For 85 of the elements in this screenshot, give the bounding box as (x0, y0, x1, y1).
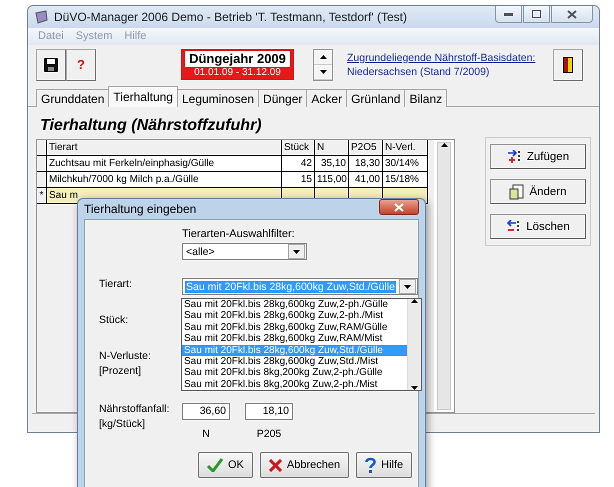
list-option[interactable]: Sau mit 20Fkl.bis 8kg,200kg Zuw,2-ph./Mist (182, 378, 407, 390)
scroll-up-icon (440, 143, 448, 148)
tab[interactable]: Grünland (346, 89, 406, 108)
loss-label: N-Verluste: (99, 350, 152, 362)
table-cell: 30/14% (383, 156, 428, 172)
list-option[interactable]: Sau mit 20Fkl.bis 28kg,600kg Zuw,2-ph./Gülle (182, 299, 407, 310)
minimize-button[interactable] (495, 6, 522, 23)
row-header (37, 140, 47, 156)
window-title: DüVO-Manager 2006 Demo - Betrieb 'T. Testmann, Testdorf' (Test) (54, 10, 408, 24)
table-cell: Zuchtsau mit Ferkeln/einphasig/Gülle (47, 156, 282, 172)
tab[interactable]: Grunddaten (36, 89, 110, 108)
nutrient-unit: [kg/Stück] (99, 418, 146, 430)
nutrient-name: P205 (256, 428, 282, 440)
check-icon (207, 458, 223, 472)
tab[interactable]: Tierhaltung (108, 86, 178, 108)
row-marker: * (37, 188, 47, 204)
document-icon (509, 184, 526, 200)
vertical-scrollbar[interactable] (437, 142, 451, 410)
nutrient-field[interactable]: 18,10 (245, 403, 293, 420)
dialog-title: Tierhaltung eingeben (84, 202, 196, 216)
tab[interactable]: Dünger (258, 89, 308, 108)
basis-data-link[interactable]: Zugrundeliegende Nährstoff-Basisdaten: (347, 52, 553, 64)
caret-icon (293, 250, 300, 254)
count-label: Stück: (99, 314, 130, 326)
list-option[interactable]: Sau mit 20Fkl.bis 8kg,200kg Zuw,2-ph./Gülle (182, 367, 407, 379)
loss-unit: [Prozent] (99, 365, 142, 377)
table-cell: 15 (282, 172, 315, 188)
column-header: N-Verl. (383, 140, 428, 156)
caret-icon (404, 284, 411, 288)
list-option[interactable]: Sau mit 20Fkl.bis 28kg,600kg Zuw,RAM/Gülle (182, 322, 407, 334)
table-cell: 42 (282, 156, 315, 172)
tierart-label: Tierart: (99, 278, 133, 290)
door-icon (563, 56, 573, 72)
add-arrows-icon (506, 150, 523, 164)
column-header: P2O5 (349, 140, 383, 156)
list-option[interactable]: Sau mit 20Fkl.bis 28kg,600kg Zuw,RAM/Mist (182, 333, 407, 345)
exit-button[interactable] (553, 48, 583, 80)
table-cell: 18,30 (349, 156, 383, 172)
nutrient-name: N (201, 428, 211, 440)
scroll-down-icon (411, 386, 418, 390)
basis-data-region: Niedersachsen (Stand 7/2009) (347, 66, 490, 78)
up-arrow-icon (320, 54, 326, 58)
filter-label: Tierarten-Auswahlfilter: (182, 228, 296, 240)
year-range: 01.01.09 - 31.12.09 (194, 67, 281, 79)
table-cell: 35,10 (315, 156, 349, 172)
close-icon (567, 10, 577, 18)
down-arrow-icon (320, 70, 326, 74)
nutrient-label: Nährstoffanfall: (99, 403, 170, 415)
close-button[interactable] (379, 199, 419, 215)
tab[interactable]: Leguminosen (176, 89, 260, 108)
table-cell: 41,00 (349, 172, 383, 188)
maximize-icon (532, 10, 541, 18)
list-option[interactable]: Sau mit 20Fkl.bis 28kg,600kg Zuw,2-ph./Mist (182, 310, 407, 322)
app-icon (34, 10, 48, 24)
row-marker (37, 172, 47, 188)
nutrient-field[interactable]: 36,60 (182, 403, 230, 420)
cross-icon (268, 458, 282, 472)
cancel-button[interactable]: Abbrechen (260, 452, 350, 478)
help-button[interactable]: ? (66, 48, 96, 80)
ok-button[interactable]: OK (198, 452, 253, 478)
scroll-up-icon (411, 299, 418, 303)
minimize-icon (504, 12, 513, 16)
tab[interactable]: Acker (306, 89, 348, 108)
filter-dropdown[interactable]: <alle> (182, 243, 307, 260)
close-icon (394, 202, 404, 212)
table-cell: Milchkuh/7000 kg Milch p.a./Gülle (47, 172, 282, 188)
save-button[interactable] (36, 48, 66, 80)
maximize-button[interactable] (523, 6, 550, 23)
row-marker (37, 156, 47, 172)
add-button[interactable]: Zufügen (490, 144, 586, 170)
table-cell: 115,00 (315, 172, 349, 188)
close-button[interactable] (551, 6, 593, 23)
tab[interactable]: Bilanz (404, 89, 448, 108)
column-header: Tierart (47, 140, 282, 156)
table-cell: 15/18% (383, 172, 428, 188)
column-header: N (315, 140, 349, 156)
year-title: Düngejahr 2009 (185, 51, 290, 67)
help-icon (365, 457, 376, 473)
help-button[interactable]: Hilfe (356, 452, 412, 478)
edit-button[interactable]: Ändern (490, 179, 586, 204)
section-heading: Tierhaltung (Nährstoffzufuhr) (40, 117, 263, 136)
list-option[interactable]: Sau mit 20Fkl.bis 28kg,600kg Zuw,Std./Mist (182, 356, 407, 368)
column-header: Stück (282, 140, 315, 156)
list-scrollbar[interactable] (407, 299, 421, 390)
delete-button[interactable]: Löschen (490, 214, 586, 240)
